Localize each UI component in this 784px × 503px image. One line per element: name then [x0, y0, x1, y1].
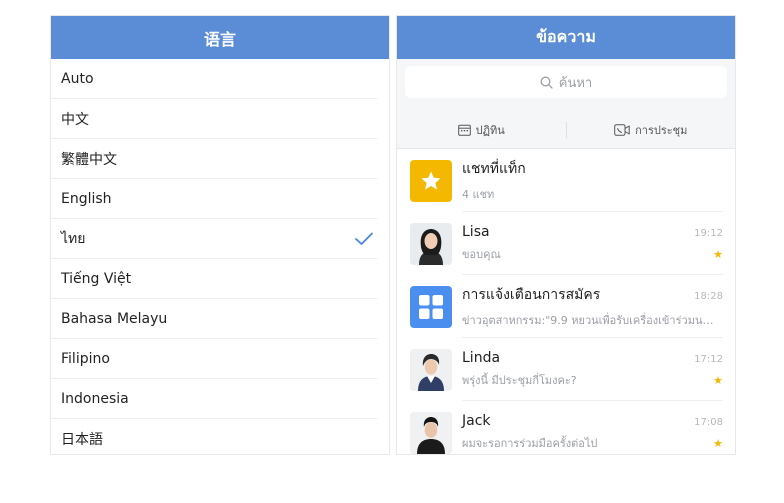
meeting-label: การประชุม — [635, 123, 688, 137]
conversation-preview: 4 แชท — [462, 188, 495, 201]
language-title: 语言 — [203, 29, 236, 49]
apps-grid-icon — [410, 285, 452, 328]
conversation-preview: ผมจะรอการร่วมมือครั้งต่อไป — [462, 437, 598, 450]
language-label: 繁體中文 — [61, 151, 117, 168]
messages-panel: ข้อความ ค้นหา ปฏิทิน การประชุม แชทที่แท็… — [396, 15, 736, 455]
conversation-time: 18:28 — [694, 291, 723, 302]
video-meeting-icon — [614, 123, 630, 136]
star-icon — [410, 159, 452, 202]
language-item-vi[interactable]: Tiếng Việt — [51, 259, 377, 299]
language-label: Bahasa Melayu — [61, 310, 168, 327]
language-item-id[interactable]: Indonesia — [51, 379, 377, 419]
starred-icon: ★ — [713, 436, 723, 450]
language-label: 日本語 — [61, 432, 103, 448]
language-item-ja[interactable]: 日本語 — [51, 419, 377, 454]
conversation-preview: ข่าวอุตสาหกรรม:"9.9 หยวนเพื่อรับเครื่องเ… — [462, 314, 717, 327]
conversation-item-linda[interactable]: Linda 17:12 พรุ่งนี้ มีประชุมกี่โมงคะ? ★ — [397, 338, 735, 401]
language-label: Auto — [61, 70, 94, 87]
conversation-list: แชทที่แท็ก 4 แชท Lisa 19:12 ขอบคุณ ★ การ… — [397, 149, 735, 454]
language-item-zh[interactable]: 中文 — [51, 99, 377, 139]
conversation-name: การแจ้งเตือนการสมัคร — [462, 287, 601, 303]
conversation-name: Linda — [462, 350, 501, 366]
language-label: Indonesia — [61, 390, 129, 407]
language-item-auto[interactable]: Auto — [51, 59, 377, 99]
quick-actions: ปฏิทิน การประชุม — [397, 111, 735, 149]
conversation-item-jack[interactable]: Jack 17:08 ผมจะรอการร่วมมือครั้งต่อไป ★ — [397, 401, 735, 454]
avatar — [410, 411, 452, 454]
conversation-preview: ขอบคุณ — [462, 248, 501, 261]
language-item-en[interactable]: English — [51, 179, 377, 219]
conversation-item-subscription[interactable]: การแจ้งเตือนการสมัคร 18:28 ข่าวอุตสาหกรร… — [397, 275, 735, 338]
conversation-item-lisa[interactable]: Lisa 19:12 ขอบคุณ ★ — [397, 212, 735, 275]
language-panel: 语言 Auto 中文 繁體中文 English ไทย Tiếng Việt B… — [50, 15, 390, 455]
conversation-preview: พรุ่งนี้ มีประชุมกี่โมงคะ? — [462, 374, 577, 387]
messages-header: ข้อความ — [397, 16, 735, 59]
search-placeholder: ค้นหา — [558, 75, 593, 91]
calendar-button[interactable]: ปฏิทิน — [397, 121, 566, 139]
language-label: 中文 — [61, 111, 89, 128]
search-input[interactable]: ค้นหา — [405, 66, 727, 98]
conversation-name: Jack — [462, 413, 491, 429]
conversation-name: Lisa — [462, 224, 490, 240]
language-label: English — [61, 190, 112, 207]
language-item-th[interactable]: ไทย — [51, 219, 377, 259]
search-bar: ค้นหา — [397, 59, 735, 111]
language-item-fil[interactable]: Filipino — [51, 339, 377, 379]
conversation-time: 17:08 — [694, 417, 723, 428]
conversation-name: แชทที่แท็ก — [462, 161, 526, 177]
checkmark-icon — [355, 232, 373, 245]
starred-icon: ★ — [713, 373, 723, 387]
calendar-icon — [457, 124, 471, 136]
language-item-zh-hant[interactable]: 繁體中文 — [51, 139, 377, 179]
starred-icon: ★ — [713, 247, 723, 261]
avatar — [410, 222, 452, 265]
language-label: Tiếng Việt — [61, 270, 132, 287]
search-icon — [540, 76, 553, 89]
language-list: Auto 中文 繁體中文 English ไทย Tiếng Việt Baha… — [51, 59, 389, 454]
messages-title: ข้อความ — [536, 27, 596, 46]
conversation-time: 17:12 — [694, 354, 723, 365]
language-header: 语言 — [51, 16, 389, 59]
language-label: ไทย — [61, 230, 86, 247]
avatar — [410, 348, 452, 391]
language-label: Filipino — [61, 350, 110, 367]
language-item-ms[interactable]: Bahasa Melayu — [51, 299, 377, 339]
conversation-item-tagged[interactable]: แชทที่แท็ก 4 แชท — [397, 149, 735, 212]
meeting-button[interactable]: การประชุม — [567, 121, 736, 139]
conversation-time: 19:12 — [694, 228, 723, 239]
calendar-label: ปฏิทิน — [475, 123, 505, 137]
